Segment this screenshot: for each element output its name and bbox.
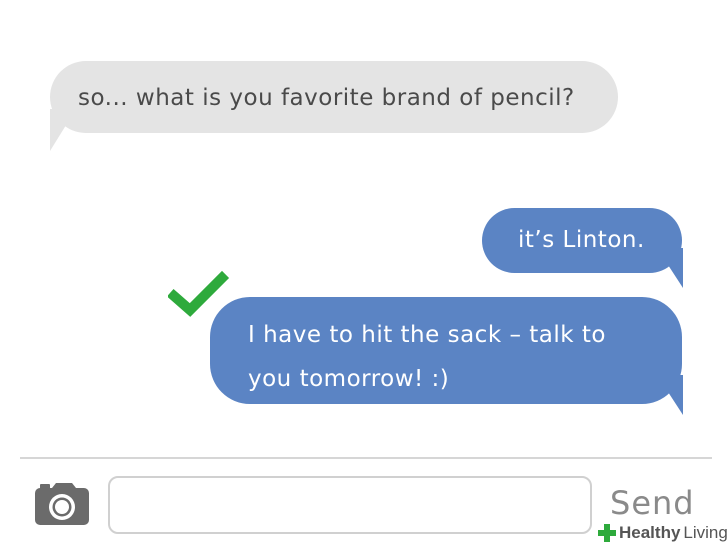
- incoming-message-bubble: so... what is you favorite brand of penc…: [50, 61, 618, 151]
- bubble-tail: [657, 248, 683, 288]
- outgoing-message-text: I have to hit the sack – talk to you tom…: [248, 322, 606, 392]
- incoming-message-text: so... what is you favorite brand of penc…: [78, 85, 575, 111]
- watermark-word: Living: [683, 523, 728, 542]
- watermark-word: Healthy: [619, 523, 681, 542]
- watermark-logo: Healthy Living: [596, 520, 728, 546]
- send-button[interactable]: Send: [610, 484, 695, 522]
- camera-icon[interactable]: [34, 482, 90, 526]
- outgoing-message-bubble: I have to hit the sack – talk to you tom…: [210, 297, 683, 415]
- composer-divider: [20, 457, 712, 459]
- outgoing-message-text: it’s Linton.: [518, 227, 645, 253]
- bubble-tail: [657, 375, 683, 415]
- outgoing-message-bubble: it’s Linton.: [482, 208, 683, 288]
- plus-icon: [598, 524, 616, 542]
- message-input[interactable]: [108, 476, 592, 534]
- bubble-tail: [50, 109, 76, 151]
